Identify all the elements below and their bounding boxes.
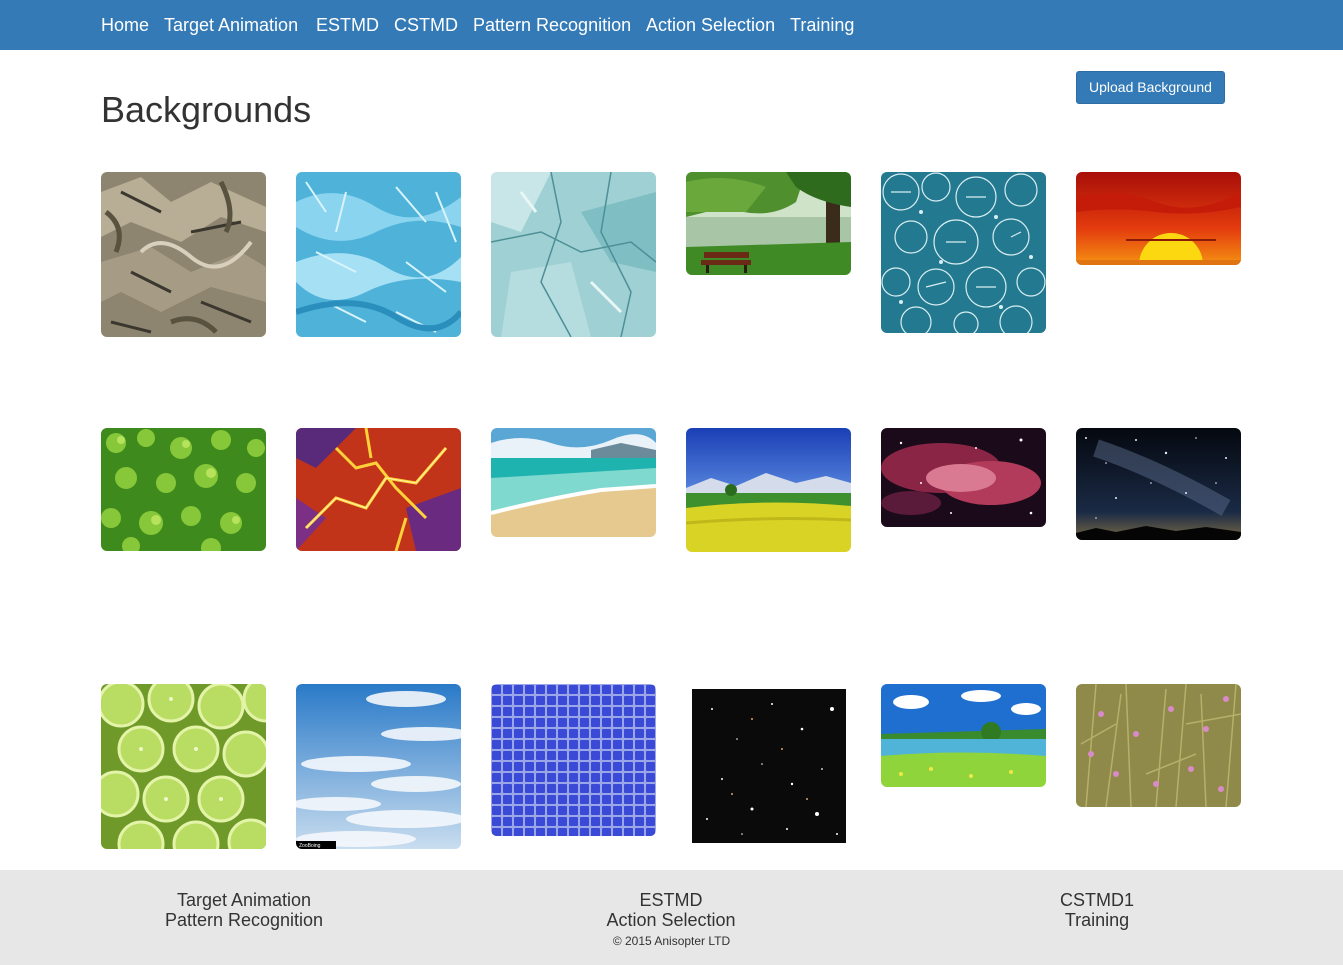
nav-estmd[interactable]: ESTMD bbox=[316, 14, 379, 36]
footer: Target Animation Pattern Recognition EST… bbox=[0, 870, 1343, 965]
background-thumb-green-shrubs[interactable] bbox=[101, 428, 266, 551]
footer-link-pattern-recognition[interactable]: Pattern Recognition bbox=[94, 910, 394, 930]
footer-column-2: ESTMD Action Selection bbox=[521, 890, 821, 930]
background-thumb-pink-nebula[interactable] bbox=[881, 428, 1046, 527]
footer-link-estmd[interactable]: ESTMD bbox=[521, 890, 821, 910]
background-thumb-rocky-stone[interactable] bbox=[101, 172, 266, 337]
footer-column-1: Target Animation Pattern Recognition bbox=[94, 890, 394, 930]
nav-action-selection[interactable]: Action Selection bbox=[646, 14, 775, 36]
top-navbar: Home Target Animation ESTMD CSTMD Patter… bbox=[0, 0, 1343, 50]
copyright-text: © 2015 Anisopter LTD bbox=[612, 934, 731, 948]
background-thumb-tropical-beach[interactable] bbox=[491, 428, 656, 537]
background-thumb-lake-meadow[interactable] bbox=[881, 684, 1046, 787]
background-thumb-blue-ice[interactable] bbox=[296, 172, 461, 337]
background-thumb-teal-marble[interactable] bbox=[491, 172, 656, 337]
page-title: Backgrounds bbox=[101, 89, 312, 130]
background-thumb-lime-slices[interactable] bbox=[101, 684, 266, 849]
footer-link-action-selection[interactable]: Action Selection bbox=[521, 910, 821, 930]
background-thumb-red-sunset[interactable] bbox=[1076, 172, 1241, 265]
footer-link-cstmd1[interactable]: CSTMD1 bbox=[947, 890, 1247, 910]
background-thumb-blue-mosaic[interactable] bbox=[491, 684, 656, 836]
background-thumb-wildflowers[interactable] bbox=[1076, 684, 1241, 807]
footer-link-target-animation[interactable]: Target Animation bbox=[94, 890, 394, 910]
background-thumb-starfield[interactable] bbox=[692, 689, 846, 843]
background-thumb-balloon-pattern[interactable] bbox=[881, 172, 1046, 333]
watermark-text: ZooBoing bbox=[299, 843, 321, 849]
background-thumb-park-bench[interactable] bbox=[686, 172, 851, 275]
nav-cstmd[interactable]: CSTMD bbox=[394, 14, 458, 36]
footer-link-training[interactable]: Training bbox=[947, 910, 1247, 930]
footer-column-3: CSTMD1 Training bbox=[947, 890, 1247, 930]
background-thumb-fractal-fire[interactable] bbox=[296, 428, 461, 551]
nav-home[interactable]: Home bbox=[101, 14, 149, 36]
nav-training[interactable]: Training bbox=[790, 14, 854, 36]
upload-background-button[interactable]: Upload Background bbox=[1076, 71, 1225, 104]
nav-pattern-recognition[interactable]: Pattern Recognition bbox=[473, 14, 631, 36]
nav-target-animation[interactable]: Target Animation bbox=[164, 14, 298, 36]
background-thumb-flower-field[interactable] bbox=[686, 428, 851, 552]
background-thumb-milky-way[interactable] bbox=[1076, 428, 1241, 540]
background-thumb-blue-sky[interactable]: ZooBoing bbox=[296, 684, 461, 849]
